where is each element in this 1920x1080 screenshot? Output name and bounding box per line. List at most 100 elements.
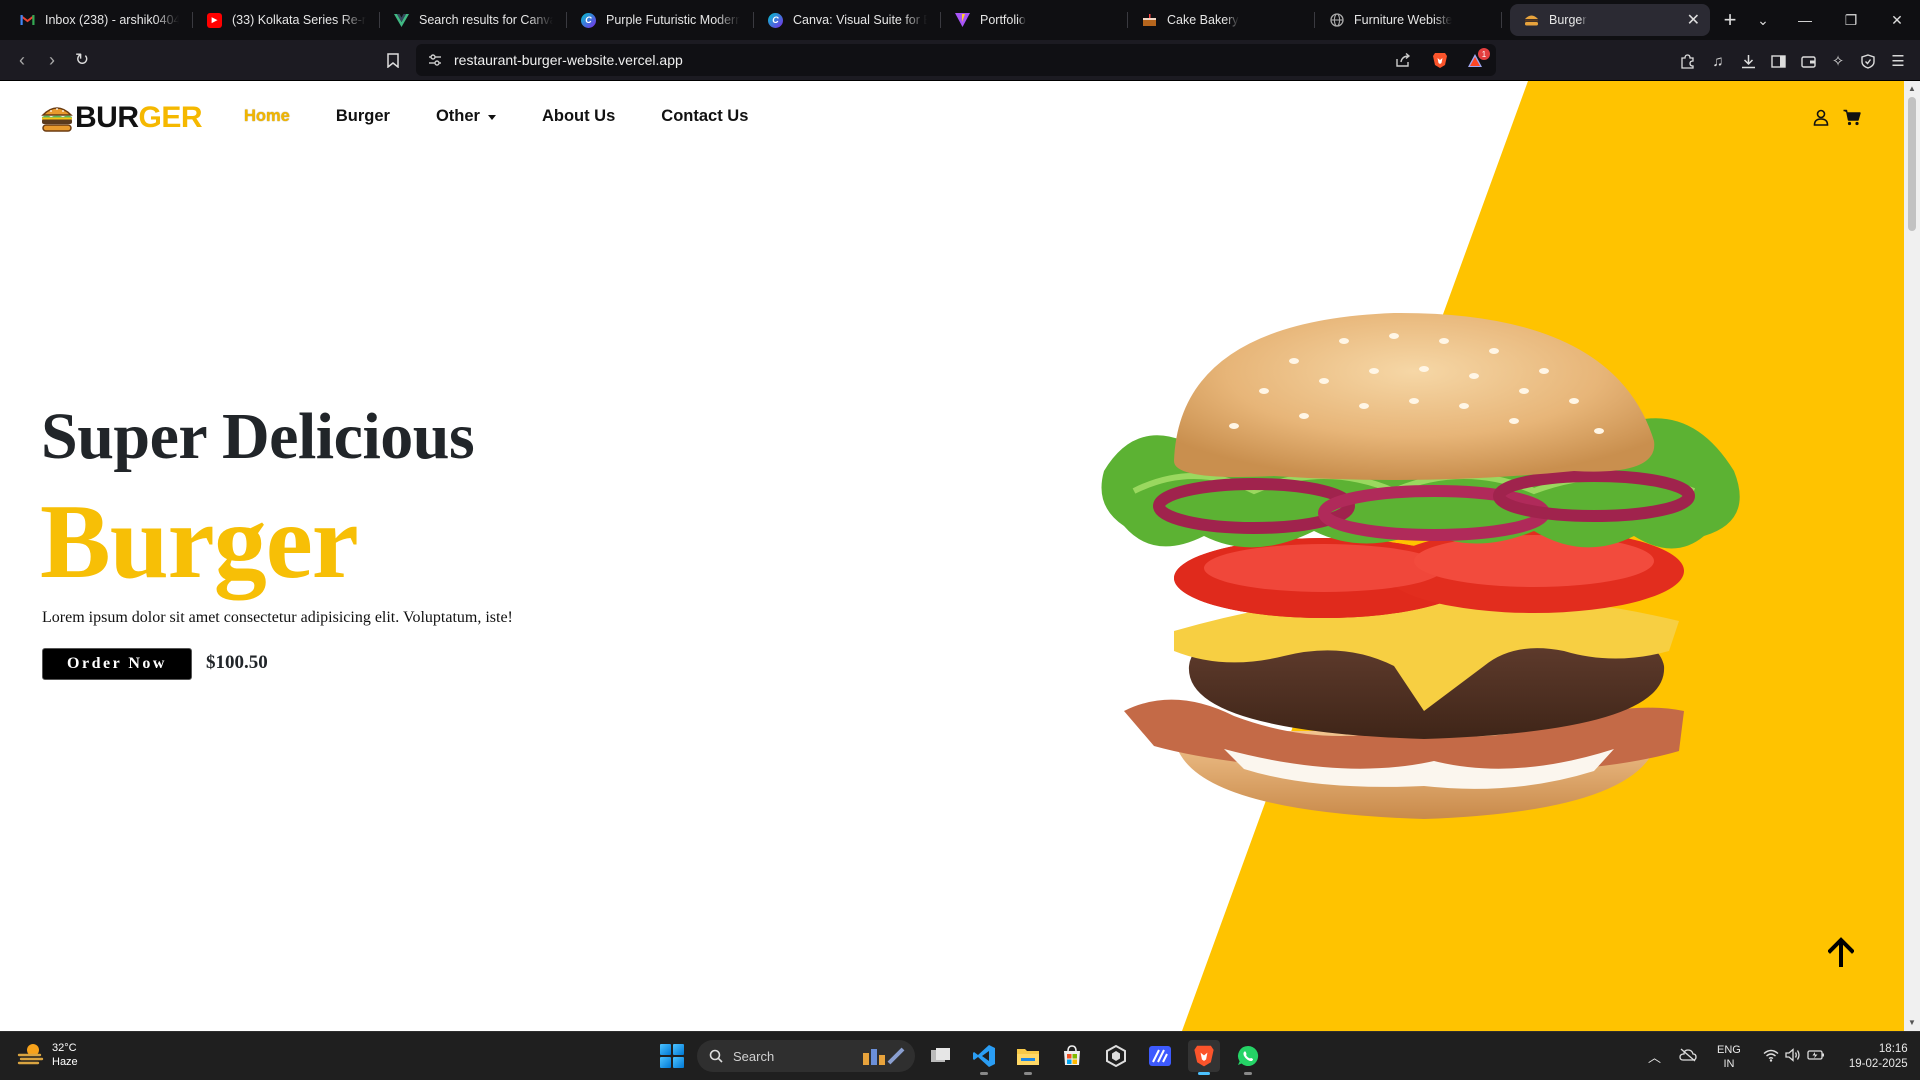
browser-toolbar: ‹ › ↻ restaurant-burger-website.vercel.a… — [0, 40, 1920, 81]
logo-text-part1: BUR — [75, 101, 139, 134]
tab-title: Portfolio — [980, 13, 1026, 27]
price-label: $100.50 — [206, 652, 268, 673]
tab-burger-active[interactable]: Burger ✕ — [1510, 4, 1710, 36]
menu-hamburger-icon[interactable]: ☰ — [1888, 51, 1908, 71]
site-navigation: Home Burger Other About Us Contact Us — [244, 107, 794, 126]
tab-title: (33) Kolkata Series Re-rele — [232, 13, 366, 27]
system-tray: ︿ ENG IN 18:16 19-02-2025 — [1648, 1032, 1908, 1080]
order-now-button[interactable]: Order Now — [42, 648, 192, 680]
unity-hub-icon[interactable] — [1100, 1040, 1132, 1072]
nav-about-us[interactable]: About Us — [542, 107, 615, 126]
canva-icon: C — [768, 12, 783, 28]
minimize-button[interactable]: — — [1782, 0, 1828, 40]
downloads-icon[interactable] — [1738, 51, 1758, 71]
hero-title: Super Delicious — [41, 400, 475, 473]
restore-button[interactable]: ❐ — [1828, 0, 1874, 40]
leo-ai-icon[interactable]: ✧ — [1828, 51, 1848, 71]
search-highlight-icon — [863, 1047, 905, 1065]
language-indicator[interactable]: ENG IN — [1717, 1043, 1741, 1071]
site-settings-icon[interactable] — [426, 51, 444, 69]
tab-canva-suite[interactable]: C Canva: Visual Suite for Eve — [754, 0, 941, 40]
user-icon[interactable] — [1811, 107, 1831, 127]
back-button[interactable]: ‹ — [10, 48, 34, 72]
tab-title: Inbox (238) - arshik0404@ — [45, 13, 179, 27]
show-hidden-icons-chevron[interactable]: ︿ — [1648, 1047, 1661, 1066]
tab-title: Cake Bakery — [1167, 13, 1239, 27]
canva-icon: C — [581, 12, 596, 28]
nav-other-label: Other — [435, 107, 480, 125]
tab-title: Burger — [1549, 13, 1587, 27]
hero-description: Lorem ipsum dolor sit amet consectetur a… — [42, 609, 513, 626]
close-tab-icon[interactable]: ✕ — [1687, 10, 1700, 30]
weather-widget[interactable]: 32°C Haze — [16, 1040, 78, 1070]
weather-condition: Haze — [52, 1056, 78, 1068]
tab-gmail-inbox[interactable]: Inbox (238) - arshik0404@ — [6, 0, 193, 40]
haze-weather-icon — [16, 1040, 46, 1070]
forward-button[interactable]: › — [40, 48, 64, 72]
scroll-down-arrow-icon[interactable]: ▼ — [1907, 1018, 1917, 1028]
vpn-shield-icon[interactable] — [1858, 51, 1878, 71]
share-icon[interactable] — [1394, 51, 1412, 69]
tab-youtube[interactable]: ▶ (33) Kolkata Series Re-rele — [193, 0, 380, 40]
tab-purple-futuristic[interactable]: C Purple Futuristic Modern — [567, 0, 754, 40]
tab-portfolio[interactable]: Portfolio — [941, 0, 1128, 40]
task-view-icon[interactable] — [925, 1040, 957, 1072]
scrollbar-thumb[interactable] — [1908, 97, 1916, 231]
reload-button[interactable]: ↻ — [70, 48, 94, 72]
logo-burger-icon — [41, 103, 73, 133]
tab-list-chevron-icon[interactable]: ⌄ — [1740, 0, 1786, 40]
clock-date: 19-02-2025 — [1848, 1057, 1908, 1070]
youtube-icon: ▶ — [207, 12, 222, 28]
file-explorer-icon[interactable] — [1012, 1040, 1044, 1075]
cake-icon — [1142, 13, 1157, 28]
burger-favicon — [1524, 13, 1539, 28]
battery-icon[interactable] — [1807, 1049, 1825, 1064]
language-line2: IN — [1723, 1057, 1735, 1070]
wallet-icon[interactable] — [1798, 51, 1818, 71]
address-bar[interactable]: restaurant-burger-website.vercel.app 1 — [416, 44, 1496, 76]
nav-contact-us[interactable]: Contact Us — [661, 107, 748, 126]
whatsapp-icon[interactable] — [1232, 1040, 1264, 1075]
burger-image — [1101, 312, 1740, 819]
search-icon — [709, 1049, 723, 1063]
hero-title-highlight: Burger — [40, 483, 359, 600]
microsoft-store-icon[interactable] — [1056, 1040, 1088, 1072]
back-to-top-button[interactable] — [1823, 934, 1859, 970]
bookmark-icon[interactable] — [381, 48, 405, 72]
tab-cake-bakery[interactable]: Cake Bakery — [1128, 0, 1315, 40]
tab-canva-search[interactable]: Search results for Canva te — [380, 0, 567, 40]
gmail-icon — [20, 13, 35, 28]
extensions-icon[interactable] — [1677, 51, 1697, 71]
clock-time: 18:16 — [1878, 1042, 1908, 1055]
taskbar-search[interactable]: Search — [697, 1040, 915, 1072]
rewards-badge: 1 — [1478, 48, 1490, 60]
vscode-icon[interactable] — [968, 1040, 1000, 1075]
site-logo[interactable]: BUR GER — [41, 98, 203, 138]
close-window-button[interactable]: ✕ — [1874, 0, 1920, 40]
scroll-up-arrow-icon[interactable]: ▲ — [1907, 84, 1917, 94]
page-scrollbar[interactable]: ▲ ▼ — [1904, 81, 1920, 1031]
brave-rewards-icon[interactable]: 1 — [1466, 48, 1490, 69]
android-studio-icon[interactable] — [1144, 1040, 1176, 1072]
nav-burger[interactable]: Burger — [336, 107, 390, 126]
nav-home[interactable]: Home — [244, 107, 290, 126]
windows-taskbar: 32°C Haze Search ︿ ENG IN 18:16 19-02-20… — [0, 1031, 1920, 1080]
cart-icon[interactable] — [1842, 107, 1862, 127]
browser-tab-strip: Inbox (238) - arshik0404@ ▶ (33) Kolkata… — [0, 0, 1920, 40]
vuejs-icon — [394, 13, 409, 28]
taskbar-clock[interactable]: 18:16 19-02-2025 — [1849, 1042, 1908, 1072]
brave-browser-icon[interactable] — [1188, 1040, 1220, 1075]
windows-start-button[interactable] — [660, 1044, 684, 1068]
volume-icon[interactable] — [1785, 1048, 1801, 1065]
onedrive-offline-icon[interactable] — [1679, 1048, 1697, 1065]
logo-text-part2: GER — [138, 101, 203, 134]
nav-other-dropdown[interactable]: Other — [436, 107, 496, 126]
tab-furniture[interactable]: Furniture Webiste — [1315, 0, 1502, 40]
globe-icon — [1329, 13, 1344, 28]
wifi-icon[interactable] — [1763, 1049, 1779, 1065]
brave-shields-icon[interactable] — [1431, 51, 1449, 69]
tab-title: Search results for Canva te — [419, 13, 553, 27]
sidebar-icon[interactable] — [1768, 51, 1788, 71]
media-icon[interactable]: ♫ — [1708, 51, 1728, 71]
url-text: restaurant-burger-website.vercel.app — [454, 52, 683, 68]
